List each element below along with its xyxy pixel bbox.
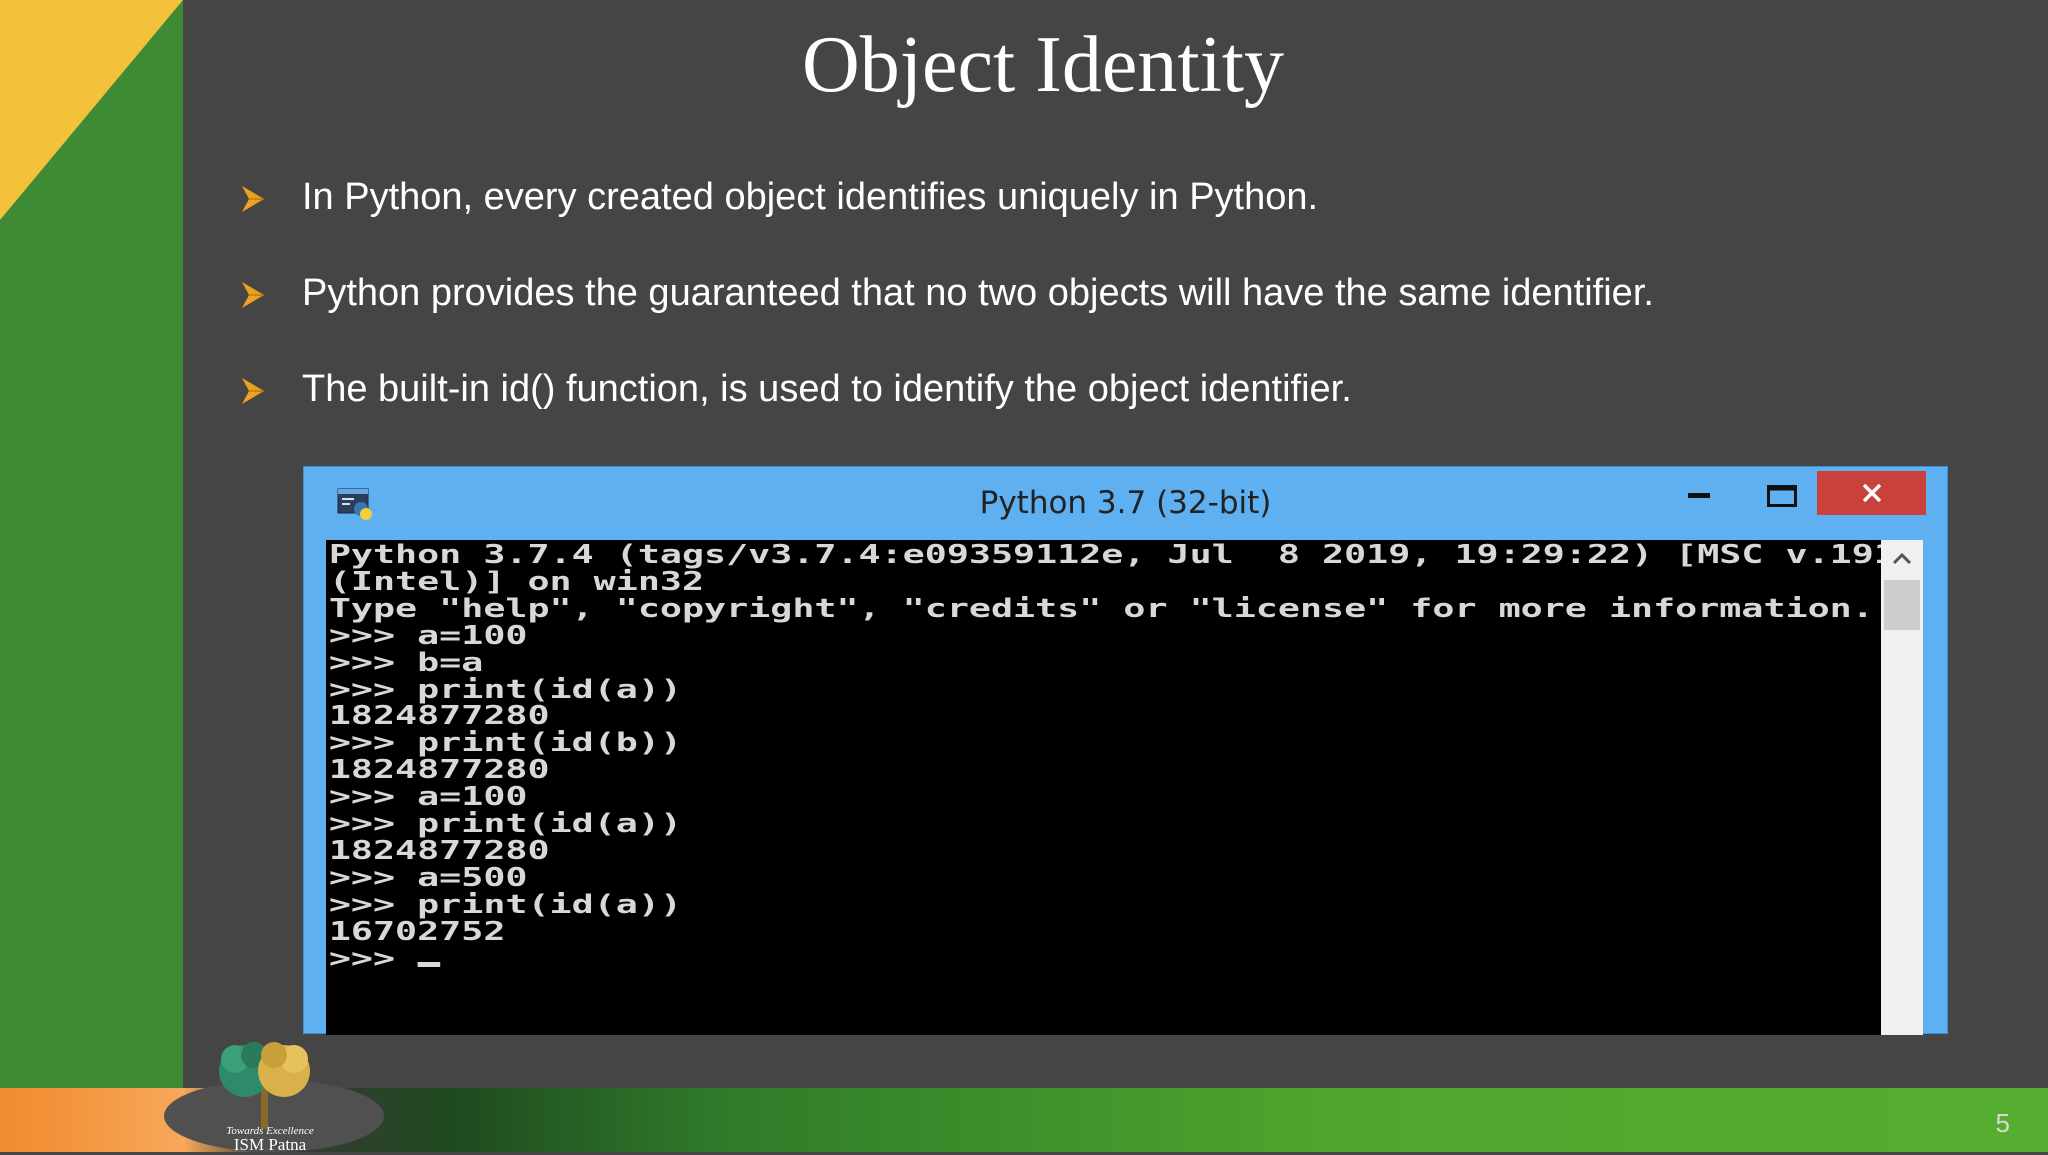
scroll-up-arrow-icon[interactable] (1891, 550, 1913, 566)
console-line: >>> a=100 (328, 782, 528, 813)
console-prompt: >>> (328, 943, 418, 974)
tree-logo-icon (219, 1042, 310, 1129)
scrollbar-thumb[interactable] (1884, 580, 1920, 630)
console-line: >>> a=100 (328, 620, 528, 651)
bullet-arrow-icon (242, 186, 264, 212)
text-cursor (417, 961, 440, 967)
console-line: 1824877280 (328, 755, 550, 786)
console-line: 1824877280 (328, 835, 550, 866)
bullet-text: In Python, every created object identifi… (302, 176, 1319, 218)
bullet-item: In Python, every created object identifi… (240, 172, 1654, 268)
console-line: Type "help", "copyright", "credits" or "… (328, 593, 1874, 624)
python-console-window[interactable]: Python 3.7 (32-bit) Python 3.7.4 (tags/v… (303, 466, 1948, 1035)
minimize-icon[interactable] (1688, 491, 1710, 499)
console-line: Python 3.7.4 (tags/v3.7.4:e09359112e, Ju… (328, 540, 1881, 570)
bullet-list: In Python, every created object identifi… (240, 172, 1654, 460)
slide-title: Object Identity (801, 21, 1285, 109)
bullet-text: Python provides the guaranteed that no t… (302, 272, 1654, 314)
console-line: >>> print(id(a)) (328, 674, 682, 705)
console-text: Python 3.7.4 (tags/v3.7.4:e09359112e, Ju… (326, 540, 1881, 973)
console-line: >>> print(id(a)) (328, 809, 682, 840)
page-number: 5 (1995, 1108, 2010, 1138)
bullet-text: The built-in id() function, is used to i… (302, 368, 1352, 410)
console-line: >>> print(id(a)) (328, 889, 682, 920)
bullet-arrow-icon (242, 378, 264, 404)
close-button[interactable] (1817, 471, 1926, 515)
console-line: >>> a=500 (328, 862, 528, 893)
console-line: 1824877280 (328, 701, 550, 732)
logo-name: ISM Patna (233, 1135, 307, 1154)
bullet-item: The built-in id() function, is used to i… (240, 364, 1654, 460)
bullet-item: Python provides the guaranteed that no t… (240, 268, 1654, 364)
maximize-icon[interactable] (1767, 485, 1797, 507)
console-line: >>> b=a (328, 647, 484, 678)
close-icon (1862, 483, 1881, 503)
console-line: (Intel)] on win32 (328, 566, 705, 597)
vertical-scrollbar[interactable] (1881, 540, 1923, 1035)
bullet-arrow-icon (242, 282, 264, 308)
console-line: 16702752 (328, 916, 506, 947)
console-line: >>> print(id(b)) (328, 728, 682, 759)
console-output[interactable]: Python 3.7.4 (tags/v3.7.4:e09359112e, Ju… (326, 540, 1881, 1035)
